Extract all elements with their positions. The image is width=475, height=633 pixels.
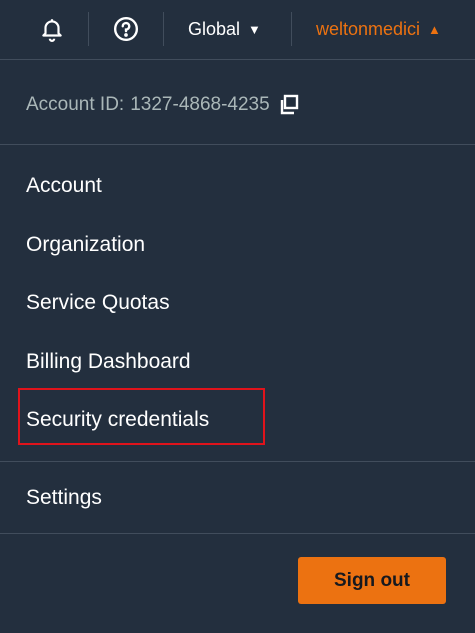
copy-icon[interactable]	[278, 94, 300, 116]
caret-down-icon: ▼	[248, 21, 261, 37]
divider	[0, 461, 475, 462]
menu-item-organization[interactable]: Organization	[26, 230, 145, 260]
caret-up-icon: ▲	[428, 21, 441, 37]
toolbar-divider	[291, 12, 292, 46]
region-label: Global	[188, 18, 241, 39]
toolbar-divider	[88, 12, 89, 46]
menu-item-settings[interactable]: Settings	[26, 483, 102, 513]
divider	[0, 144, 475, 145]
bell-icon[interactable]	[36, 12, 68, 46]
menu-item-account[interactable]: Account	[26, 171, 102, 201]
account-id-value: 1327-4868-4235	[130, 94, 270, 115]
menu-item-service-quotas[interactable]: Service Quotas	[26, 288, 170, 318]
account-id-label: Account ID:	[26, 94, 125, 115]
account-menu-toggle[interactable]: weltonmedici ▲	[316, 16, 441, 42]
highlight-box	[18, 388, 265, 445]
menu-item-billing-dashboard[interactable]: Billing Dashboard	[26, 347, 191, 377]
username-label: weltonmedici	[316, 18, 421, 39]
divider	[0, 533, 475, 534]
toolbar-divider	[163, 12, 164, 46]
sign-out-button[interactable]: Sign out	[298, 557, 446, 604]
help-circle-icon[interactable]	[110, 12, 142, 46]
region-selector[interactable]: Global ▼	[188, 16, 261, 42]
account-id-row: Account ID: 1327-4868-4235	[26, 92, 300, 118]
top-navigation-bar: Global ▼ weltonmedici ▲	[0, 0, 475, 59]
divider	[0, 59, 475, 60]
